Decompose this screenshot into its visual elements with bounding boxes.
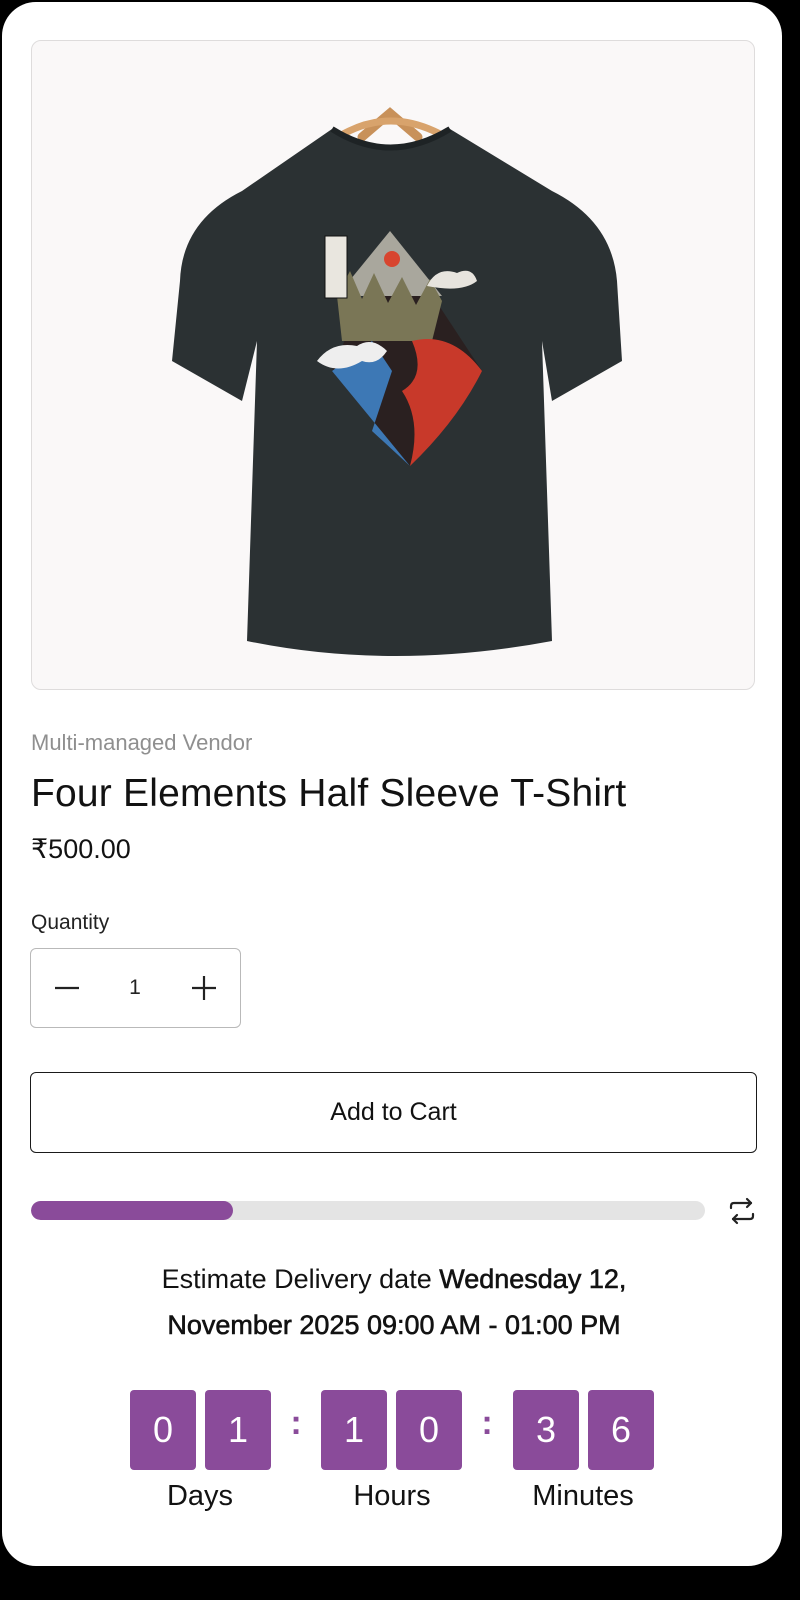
quantity-stepper: 1 xyxy=(30,948,241,1028)
countdown-digit: 1 xyxy=(205,1390,271,1470)
product-image[interactable] xyxy=(31,40,755,690)
delivery-estimate: Estimate Delivery date Wednesday 12, Nov… xyxy=(62,1256,726,1348)
countdown-digit: 3 xyxy=(513,1390,579,1470)
countdown-digit: 6 xyxy=(588,1390,654,1470)
tshirt-illustration xyxy=(172,107,622,656)
countdown-minutes-label: Minutes xyxy=(532,1480,634,1512)
plus-icon xyxy=(192,976,216,1000)
delivery-date-line2: November 2025 09:00 AM - 01:00 PM xyxy=(167,1310,621,1341)
product-card: Multi-managed Vendor Four Elements Half … xyxy=(2,2,782,1566)
quantity-input[interactable]: 1 xyxy=(103,949,167,1027)
shipping-progress-bar xyxy=(31,1201,705,1220)
minus-icon xyxy=(55,986,79,990)
add-to-cart-button[interactable]: Add to Cart xyxy=(30,1072,757,1153)
product-vendor: Multi-managed Vendor xyxy=(31,730,253,755)
product-title: Four Elements Half Sleeve T-Shirt xyxy=(31,772,627,815)
countdown-timer: 0 1 : 1 0 : 3 6 xyxy=(2,1390,782,1470)
delivery-prefix: Estimate Delivery date xyxy=(161,1264,432,1294)
countdown-days-label: Days xyxy=(166,1480,234,1512)
product-price: ₹500.00 xyxy=(31,834,131,864)
shipping-progress-fill xyxy=(31,1201,234,1220)
countdown-separator: : xyxy=(290,1404,302,1442)
countdown-digit: 1 xyxy=(321,1390,387,1470)
quantity-label: Quantity xyxy=(31,911,110,934)
repeat-icon[interactable] xyxy=(726,1195,758,1227)
countdown-hours-label: Hours xyxy=(353,1480,431,1512)
countdown-separator: : xyxy=(481,1404,493,1442)
increase-quantity-button[interactable] xyxy=(168,949,240,1027)
countdown-digit: 0 xyxy=(396,1390,462,1470)
delivery-date-line1: Wednesday 12, xyxy=(439,1264,627,1295)
countdown-digit: 0 xyxy=(130,1390,196,1470)
decrease-quantity-button[interactable] xyxy=(31,949,103,1027)
